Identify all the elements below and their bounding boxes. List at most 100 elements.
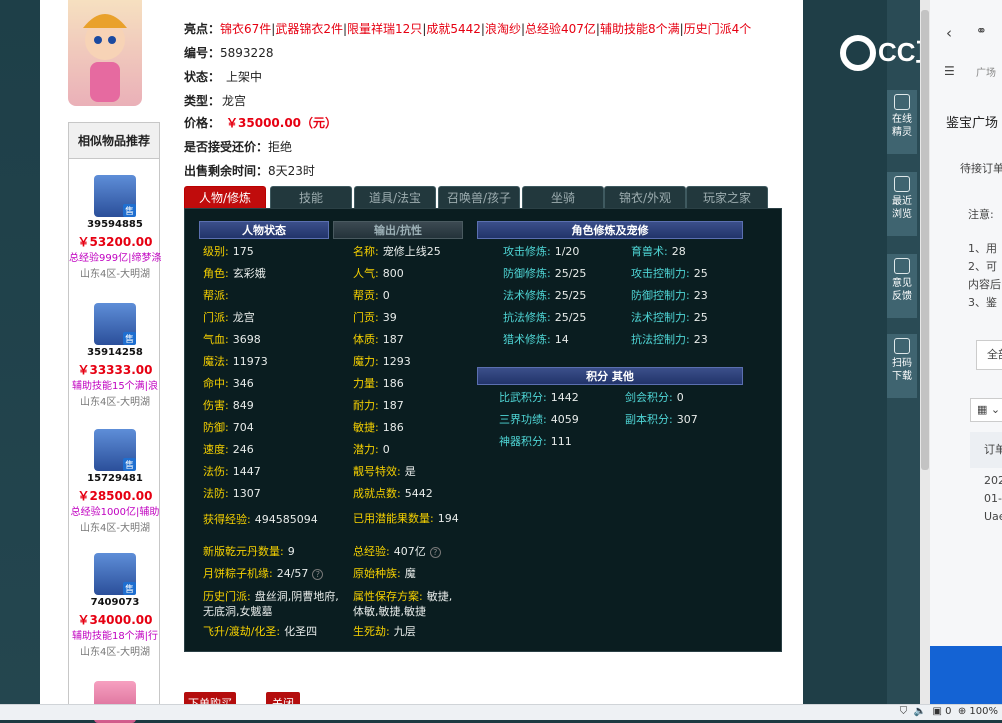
header-cultivation: 角色修炼及宠修 (477, 221, 743, 239)
stat-label: 法防: (203, 487, 229, 500)
cultivation-stat: 抗法修炼: 25/25 (503, 309, 586, 325)
scrollbar[interactable] (920, 0, 930, 720)
stat-left: 帮派: (203, 287, 233, 303)
stat-value: 175 (232, 245, 254, 258)
stat-value: 1307 (232, 487, 261, 500)
stat-left: 级别: 175 (203, 243, 254, 259)
stat-mid: 魔力: 1293 (353, 353, 411, 369)
highlight-link[interactable]: 浪淘纱 (485, 22, 521, 36)
item-id: 7409073 (90, 597, 140, 608)
item-highlight[interactable]: 总经验1000亿|辅助 (69, 503, 161, 517)
tab-1[interactable]: 人物/修炼 (184, 186, 266, 208)
stat-label: 防御控制力: (631, 289, 690, 302)
stat-label: 气血: (203, 333, 229, 346)
tab-4[interactable]: 召唤兽/孩子 (438, 186, 520, 208)
crosshair-icon[interactable]: ⊕ (958, 706, 966, 717)
highlight-link[interactable]: 辅助技能8个满 (600, 22, 680, 36)
stat-left: 角色: 玄彩娥 (203, 265, 266, 281)
tab-3[interactable]: 道具/法宝 (354, 186, 436, 208)
back-icon[interactable]: ‹ (946, 24, 952, 42)
stat-label: 攻击修炼: (503, 245, 551, 258)
pet-control-stat: 防御控制力: 23 (631, 287, 708, 303)
background-left (0, 0, 40, 720)
list-item[interactable]: 售 39594885 ￥53200.00 总经验999亿|缔梦涤 山东4区-大明湖 (69, 175, 161, 280)
scrollbar-thumb[interactable] (921, 10, 929, 470)
stat-value: 23 (693, 289, 708, 302)
item-price: ￥53200.00 (77, 235, 153, 249)
help-icon[interactable]: ? (312, 568, 324, 580)
item-highlight[interactable]: 辅助技能18个满|行 (69, 627, 161, 641)
zoom-level[interactable]: 100% (969, 706, 998, 717)
stat-mid: 体质: 187 (353, 331, 404, 347)
highlight-link[interactable]: 成就5442 (426, 22, 481, 36)
stat-value: 25/25 (554, 289, 587, 302)
stat-value: 704 (232, 421, 254, 434)
tab-7[interactable]: 玩家之家 (686, 186, 768, 208)
note-label: 注意: (968, 208, 994, 221)
sidebar-button-3[interactable]: 意见反馈 (887, 254, 917, 318)
menu-icon[interactable]: ☰ (944, 64, 955, 78)
sidebar-button-label: 最近浏览 (892, 196, 912, 220)
stat-label: 原始种族: (353, 567, 401, 580)
tab-2[interactable]: 技能 (270, 186, 352, 208)
stat-mid: 力量: 186 (353, 375, 404, 391)
stat-value: 23 (693, 333, 708, 346)
score-stat: 神器积分: 111 (499, 433, 572, 449)
list-item[interactable]: 售 7409073 ￥34000.00 辅助技能18个满|行 山东4区-大明湖 (69, 553, 161, 658)
filter-select[interactable]: 全部 (976, 340, 1002, 370)
tab-5[interactable]: 坐骑 (522, 186, 604, 208)
clock-icon (894, 176, 910, 192)
tab-square[interactable]: 广场 (976, 64, 996, 79)
clipboard-icon[interactable]: ▣ (932, 706, 941, 717)
list-item[interactable]: 售 15729481 ￥28500.00 总经验1000亿|辅助 山东4区-大明湖 (69, 429, 161, 534)
score-stat: 剑会积分: 0 (625, 389, 684, 405)
list-item[interactable]: 售 35914258 ￥33333.00 辅助技能15个满|浪 山东4区-大明湖 (69, 303, 161, 408)
sidebar-button-1[interactable]: 在线精灵 (887, 90, 917, 154)
stat-mid: 耐力: 187 (353, 397, 404, 413)
item-server: 山东4区-大明湖 (80, 269, 150, 280)
stat-mid: 原始种族: 魔 (353, 565, 416, 581)
id-row: 编号：5893228 (184, 46, 274, 60)
stat-label: 抗法控制力: (631, 333, 690, 346)
item-highlight[interactable]: 总经验999亿|缔梦涤 (69, 249, 161, 263)
header-output-resistance[interactable]: 输出/抗性 (333, 221, 463, 239)
highlight-link[interactable]: 总经验407亿 (525, 22, 596, 36)
stat-left: 伤害: 849 (203, 397, 254, 413)
highlight-link[interactable]: 限量祥瑞12只 (347, 22, 422, 36)
item-server: 山东4区-大明湖 (80, 397, 150, 408)
shield-icon[interactable]: ⛉ (900, 706, 908, 717)
highlight-link[interactable]: 锦衣67件 (220, 22, 271, 36)
stat-value: 化圣四 (284, 625, 318, 638)
sidebar-button-2[interactable]: 最近浏览 (887, 172, 917, 236)
stat-left: 门派: 龙宫 (203, 309, 255, 325)
pet-control-stat: 抗法控制力: 23 (631, 331, 708, 347)
stat-label: 法术控制力: (631, 311, 690, 324)
help-icon[interactable]: ? (429, 546, 441, 558)
link-icon[interactable]: ⚭ (976, 24, 987, 39)
highlight-link[interactable]: 历史门派4个 (684, 22, 752, 36)
stat-value: 龙宫 (232, 311, 255, 324)
stat-label: 三界功绩: (499, 413, 547, 426)
edit-icon (894, 258, 910, 274)
highlight-link[interactable]: 武器锦衣2件 (275, 22, 343, 36)
sidebar-button-4[interactable]: 扫码下载 (887, 334, 917, 398)
stat-label: 靓号特效: (353, 465, 401, 478)
stat-label: 法伤: (203, 465, 229, 478)
score-stat: 副本积分: 307 (625, 411, 698, 427)
speaker-icon[interactable]: 🔈 (914, 706, 926, 717)
item-highlight[interactable]: 辅助技能15个满|浪 (69, 377, 161, 391)
stat-left: 法伤: 1447 (203, 463, 261, 479)
tab-6[interactable]: 锦衣/外观 (604, 186, 686, 208)
grid-view-icon[interactable]: ▦ ⌄ (970, 398, 1002, 422)
stat-value: 494585094 (254, 513, 318, 526)
score-stat: 三界功绩: 4059 (499, 411, 579, 427)
header-character-status[interactable]: 人物状态 (199, 221, 329, 239)
stat-left: 飞升/渡劫/化圣: 化圣四 (203, 623, 317, 639)
panel-subtitle[interactable]: 待接订单 (960, 160, 1002, 176)
stat-label: 神器积分: (499, 435, 547, 448)
score-stat: 比武积分: 1442 (499, 389, 579, 405)
stat-mid: 成就点数: 5442 (353, 485, 433, 501)
stat-value: 187 (382, 399, 404, 412)
logo-icon (840, 35, 876, 72)
note-line: 内容后 (968, 278, 1001, 291)
